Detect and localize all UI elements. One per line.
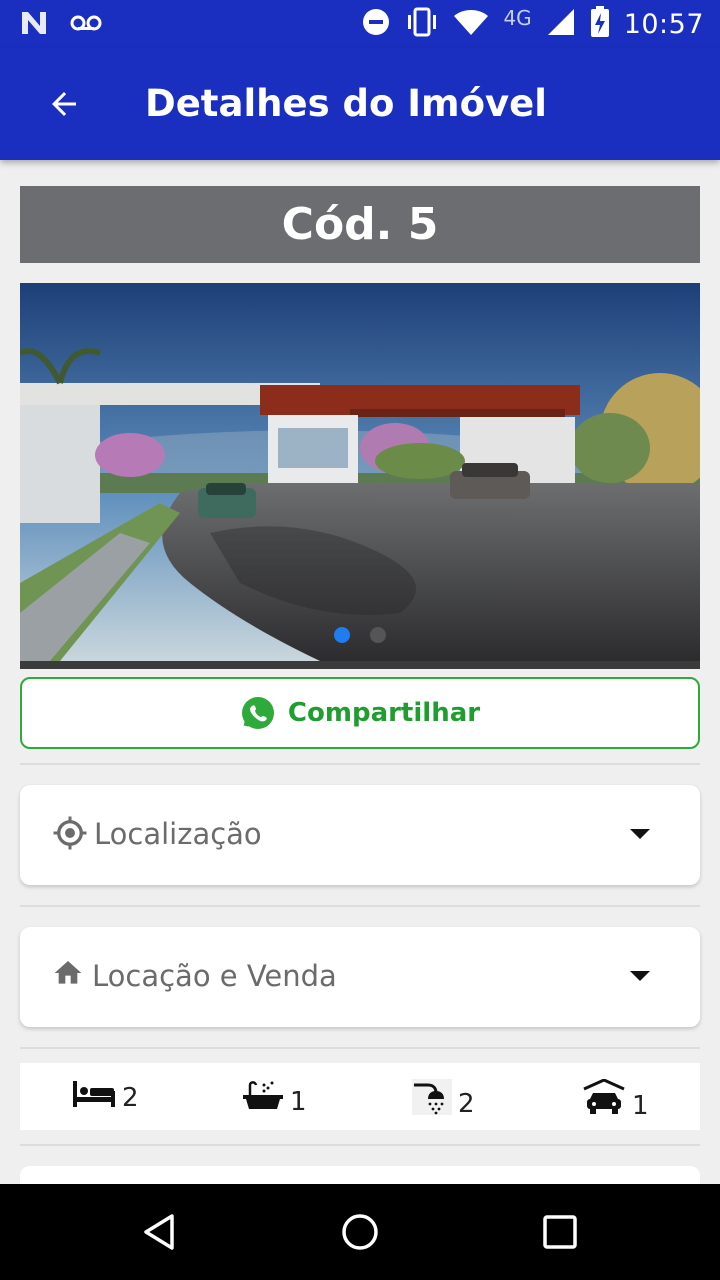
- share-label: Compartilhar: [287, 698, 481, 728]
- divider: [20, 1144, 700, 1146]
- garage-count: 1: [632, 1091, 649, 1121]
- carousel-indicator: [20, 627, 700, 643]
- garage-feature: 1: [582, 1079, 649, 1121]
- home-icon: [52, 957, 84, 994]
- nav-home-button[interactable]: [336, 1208, 384, 1256]
- do-not-disturb-icon: [361, 7, 391, 42]
- shower-icon: [412, 1079, 452, 1115]
- page-title: Detalhes do Imóvel: [145, 82, 547, 125]
- wifi-icon: [453, 8, 489, 41]
- garage-icon: [583, 1079, 625, 1114]
- recents-square-icon: [543, 1215, 577, 1249]
- divider: [20, 763, 700, 765]
- status-bar: 4G 10:57: [0, 0, 720, 48]
- location-section-label: Localização: [94, 817, 262, 851]
- carousel-dot[interactable]: [370, 627, 386, 643]
- divider: [20, 1047, 700, 1049]
- rent-sale-section-label: Locação e Venda: [92, 959, 337, 993]
- home-circle-icon: [342, 1214, 378, 1250]
- share-whatsapp-button[interactable]: Compartilhar: [20, 677, 700, 749]
- arrow-back-icon: [52, 92, 76, 116]
- back-triangle-icon: [144, 1214, 174, 1250]
- bathrooms-count: 1: [290, 1087, 307, 1117]
- chevron-down-icon: [630, 971, 650, 981]
- bedrooms-feature: 2: [72, 1079, 139, 1113]
- voicemail-icon: [70, 13, 102, 38]
- bathtub-icon: [243, 1081, 283, 1109]
- app-bar: Detalhes do Imóvel: [0, 48, 720, 160]
- vibrate-icon: [405, 7, 439, 42]
- whatsapp-icon: [241, 697, 274, 729]
- bed-icon: [73, 1081, 115, 1107]
- carousel-dot-active[interactable]: [334, 627, 350, 643]
- showers-count: 2: [458, 1089, 475, 1119]
- n-notification-icon: [20, 10, 50, 41]
- property-photo: [20, 283, 700, 661]
- back-button[interactable]: [40, 80, 88, 128]
- bathrooms-feature: 1: [242, 1079, 307, 1117]
- divider: [20, 905, 700, 907]
- system-navigation-bar: [0, 1184, 720, 1280]
- signal-icon: [546, 7, 576, 42]
- battery-charging-icon: [590, 5, 610, 43]
- nav-back-button[interactable]: [136, 1208, 184, 1256]
- location-section-card[interactable]: Localização: [20, 785, 700, 885]
- location-target-icon: [52, 815, 88, 856]
- rent-sale-section-card[interactable]: Locação e Venda: [20, 927, 700, 1027]
- bedrooms-count: 2: [122, 1083, 139, 1113]
- chevron-down-icon: [630, 829, 650, 839]
- property-code-banner: Cód. 5: [20, 186, 700, 263]
- network-type: 4G: [503, 6, 532, 30]
- showers-feature: 2: [412, 1079, 475, 1119]
- nav-recents-button[interactable]: [536, 1208, 584, 1256]
- status-time: 10:57: [623, 8, 704, 40]
- property-features-row: 2 1 2 1: [20, 1063, 700, 1130]
- property-image-carousel[interactable]: [20, 283, 700, 669]
